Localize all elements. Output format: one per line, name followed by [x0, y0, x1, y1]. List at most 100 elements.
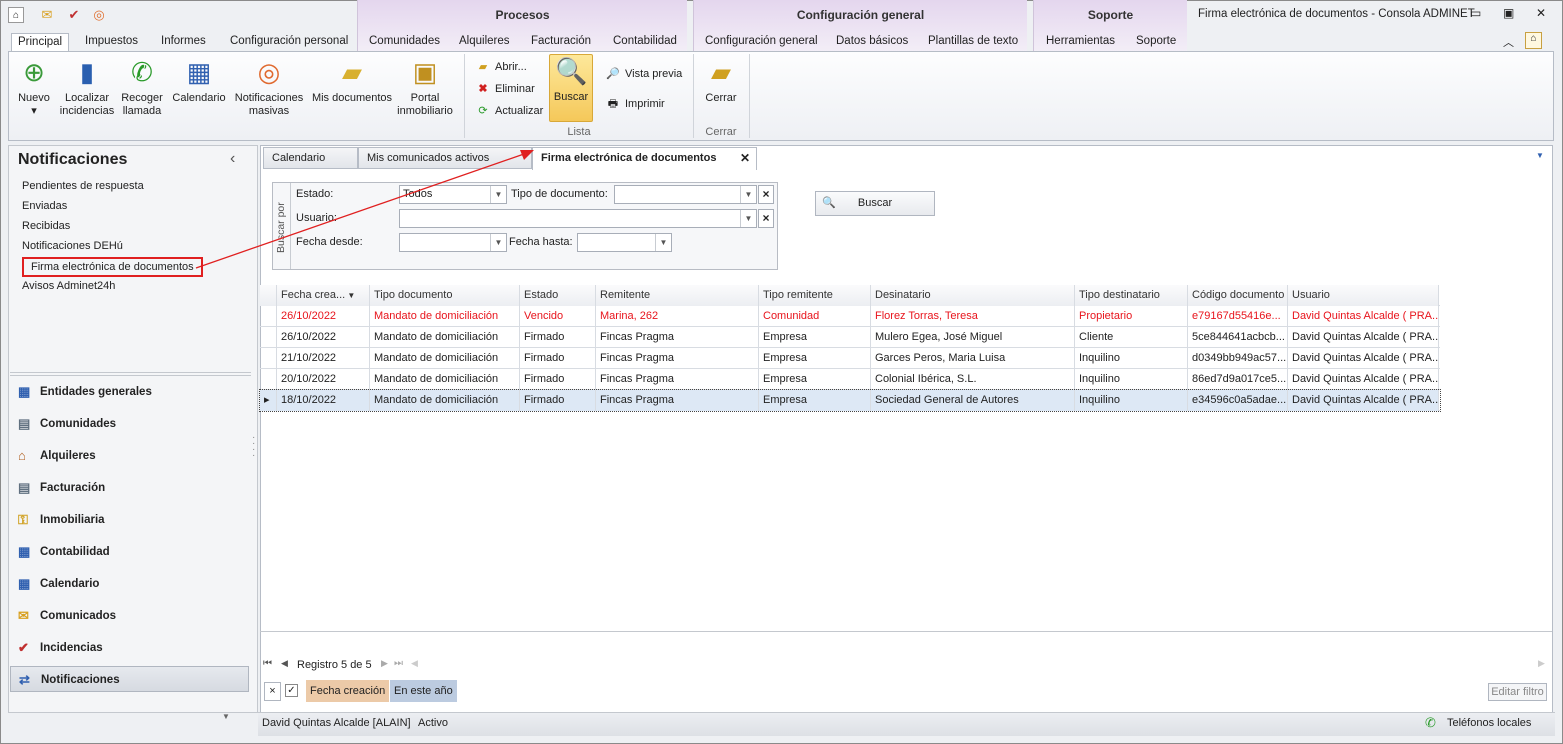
- nav-alquileres[interactable]: ⌂ Alquileres: [10, 443, 249, 469]
- new-document-icon: ⊕: [23, 57, 45, 87]
- tab-plantillas-texto[interactable]: Plantillas de texto: [922, 33, 1024, 52]
- nav-comunicados[interactable]: ✉ Comunicados: [10, 603, 249, 629]
- doc-tab-calendario[interactable]: Calendario: [263, 147, 358, 169]
- doc-tab-comunicados[interactable]: Mis comunicados activos: [358, 147, 532, 169]
- app-help-icon[interactable]: ⌂: [1525, 32, 1542, 49]
- sidebar-item-dehu[interactable]: Notificaciones DEHú: [22, 237, 123, 255]
- doc-tab-firma-electronica[interactable]: Firma electrónica de documentos ✕: [532, 147, 757, 170]
- fecha-desde-input[interactable]: ▼: [399, 233, 507, 252]
- editar-filtro-button[interactable]: Editar filtro: [1488, 683, 1547, 701]
- prev-record-button[interactable]: ◀: [281, 658, 288, 669]
- nuevo-button[interactable]: ⊕ Nuevo ▾: [13, 56, 55, 118]
- cabinet-icon: ▮: [79, 57, 95, 87]
- eliminar-button[interactable]: ✖ Eliminar: [475, 79, 534, 99]
- row-indicator[interactable]: [260, 285, 277, 306]
- buscar-ribbon-button[interactable]: 🔍 Buscar: [549, 54, 593, 122]
- sort-desc-icon[interactable]: ▼: [345, 291, 355, 300]
- nav-contabilidad[interactable]: ▦ Contabilidad: [10, 539, 249, 565]
- usuario-select[interactable]: ▼: [399, 209, 757, 228]
- abrir-button[interactable]: ▰ Abrir...: [475, 57, 527, 77]
- sidebar-item-enviadas[interactable]: Enviadas: [22, 197, 67, 215]
- clear-usuario-button[interactable]: ×: [758, 209, 774, 228]
- column-header[interactable]: Desinatario: [871, 285, 1075, 306]
- last-record-button[interactable]: ⏭: [394, 658, 403, 669]
- column-header[interactable]: Tipo destinatario: [1075, 285, 1188, 306]
- column-header[interactable]: Código documento: [1188, 285, 1288, 306]
- collapse-ribbon-icon[interactable]: ︿: [1503, 34, 1514, 50]
- nav-overflow-icon[interactable]: ▼: [222, 712, 230, 721]
- clear-filter-button[interactable]: ×: [264, 682, 281, 701]
- close-button[interactable]: ✕: [1536, 6, 1546, 20]
- column-header[interactable]: Fecha crea... ▼: [277, 285, 370, 306]
- tab-informes[interactable]: Informes: [155, 33, 212, 52]
- nav-incidencias[interactable]: ✔ Incidencias: [10, 635, 249, 661]
- sidebar-item-pendientes[interactable]: Pendientes de respuesta: [22, 177, 144, 195]
- sidebar-splitter[interactable]: [10, 372, 251, 376]
- close-tab-icon[interactable]: ✕: [740, 148, 750, 169]
- collapse-sidebar-button[interactable]: ‹: [230, 150, 235, 168]
- filter-chip-field[interactable]: Fecha creación: [306, 680, 390, 702]
- nav-label: Comunidades: [40, 418, 117, 430]
- tab-datos-basicos[interactable]: Datos básicos: [830, 33, 914, 52]
- nav-comunidades[interactable]: ▤ Comunidades: [10, 411, 249, 437]
- minimize-button[interactable]: ▭: [1470, 6, 1481, 20]
- filter-chip-value[interactable]: En este año: [390, 680, 457, 702]
- recoger-llamada-button[interactable]: ✆ Recoger llamada: [119, 56, 165, 118]
- sidebar-item-recibidas[interactable]: Recibidas: [22, 217, 70, 235]
- nav-inmobiliaria[interactable]: ⚿ Inmobiliaria: [10, 507, 249, 533]
- clipboard-icon[interactable]: ✔: [66, 7, 82, 23]
- nav-calendario[interactable]: ▦ Calendario: [10, 571, 249, 597]
- column-header[interactable]: Tipo documento: [370, 285, 520, 306]
- notifications-arrows-icon: ⇄: [19, 672, 30, 687]
- column-header[interactable]: Tipo remitente: [759, 285, 871, 306]
- nav-label: Comunicados: [40, 610, 117, 622]
- actualizar-button[interactable]: ⟳ Actualizar: [475, 101, 543, 121]
- column-header[interactable]: Usuario: [1288, 285, 1439, 306]
- tab-contabilidad[interactable]: Contabilidad: [607, 33, 683, 52]
- clear-tipo-documento-button[interactable]: ×: [758, 185, 774, 204]
- tab-comunidades[interactable]: Comunidades: [363, 33, 446, 52]
- tab-herramientas[interactable]: Herramientas: [1040, 33, 1121, 52]
- tab-impuestos[interactable]: Impuestos: [79, 33, 144, 52]
- telefonos-locales-button[interactable]: Teléfonos locales: [1447, 717, 1531, 729]
- tab-configuracion-general[interactable]: Configuración general: [699, 33, 824, 52]
- column-header[interactable]: Remitente: [596, 285, 759, 306]
- nav-entidades-generales[interactable]: ▦ Entidades generales: [10, 379, 249, 405]
- vista-previa-button[interactable]: 🔎 Vista previa: [605, 64, 682, 84]
- cerrar-button[interactable]: ▰ Cerrar: [701, 56, 741, 105]
- notificaciones-masivas-button[interactable]: ◎ Notificaciones masivas: [233, 56, 305, 118]
- status-bar: [258, 712, 1555, 736]
- tab-configuracion-personal[interactable]: Configuración personal: [224, 33, 354, 52]
- mail-icon[interactable]: ✉: [39, 7, 55, 23]
- tab-facturacion[interactable]: Facturación: [525, 33, 597, 52]
- tab-alquileres[interactable]: Alquileres: [453, 33, 516, 52]
- app-icon[interactable]: ⌂: [8, 7, 24, 23]
- search-panel-caption: Buscar por: [273, 183, 291, 269]
- portal-inmobiliario-button[interactable]: ▣ Portal inmobiliario: [397, 56, 453, 118]
- enable-filter-checkbox[interactable]: ✓: [285, 684, 298, 697]
- maximize-button[interactable]: ▣: [1503, 6, 1514, 20]
- tabs-dropdown-icon[interactable]: ▼: [1536, 151, 1544, 160]
- column-header[interactable]: Estado: [520, 285, 596, 306]
- tipo-documento-select[interactable]: ▼: [614, 185, 757, 204]
- estado-select[interactable]: Todos ▼: [399, 185, 507, 204]
- nav-facturacion[interactable]: ▤ Facturación: [10, 475, 249, 501]
- scroll-right-button[interactable]: ▶: [1538, 658, 1545, 669]
- first-record-button[interactable]: ⏮: [263, 658, 272, 669]
- sidebar-item-avisos[interactable]: Avisos Adminet24h: [22, 277, 115, 295]
- next-record-button[interactable]: ▶: [381, 658, 388, 669]
- nav-notificaciones[interactable]: ⇄ Notificaciones: [10, 666, 249, 692]
- imprimir-button[interactable]: 🖶 Imprimir: [605, 94, 665, 114]
- tab-label: Firma electrónica de documentos: [541, 152, 717, 164]
- splitter-grip[interactable]: · · · ·: [252, 433, 255, 461]
- sidebar-item-firma-electronica[interactable]: Firma electrónica de documentos: [22, 257, 203, 277]
- buscar-button[interactable]: 🔍 Buscar: [815, 191, 935, 216]
- broadcast-icon[interactable]: ◎: [91, 7, 107, 23]
- fecha-hasta-input[interactable]: ▼: [577, 233, 672, 252]
- tab-soporte[interactable]: Soporte: [1130, 33, 1182, 52]
- scroll-left-button[interactable]: ◀: [411, 658, 418, 669]
- localizar-incidencias-button[interactable]: ▮ Localizar incidencias: [57, 56, 117, 118]
- tab-principal[interactable]: Principal: [11, 33, 70, 53]
- mis-documentos-button[interactable]: ▰ Mis documentos: [311, 56, 393, 105]
- calendario-button[interactable]: ▦ Calendario: [171, 56, 227, 105]
